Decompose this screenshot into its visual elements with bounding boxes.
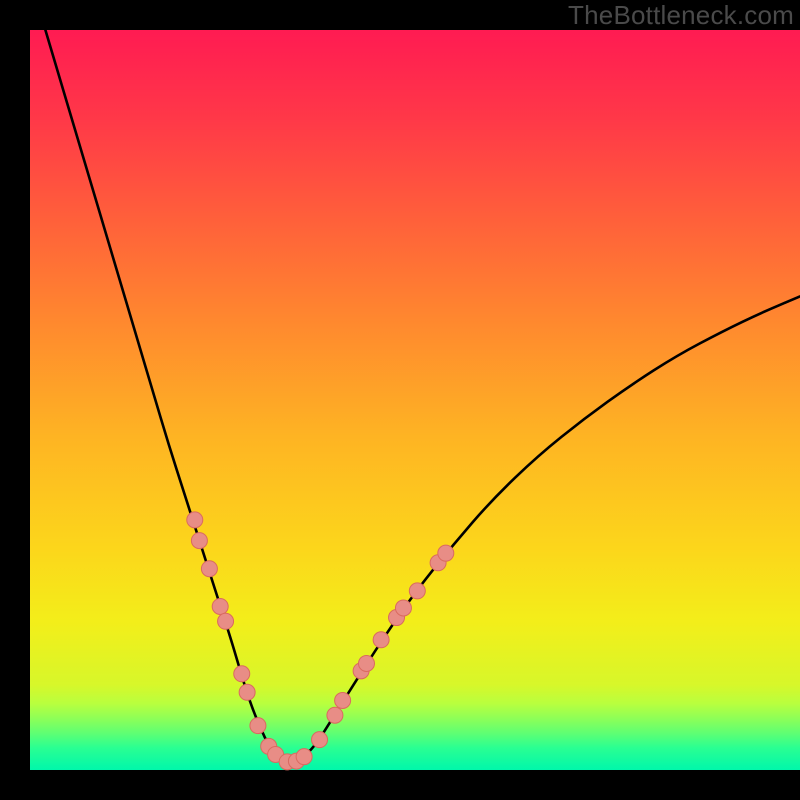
marker-point: [296, 749, 312, 765]
chart-svg: [30, 30, 800, 770]
marker-point: [212, 598, 228, 614]
marker-point: [395, 600, 411, 616]
bottleneck-curve: [45, 30, 800, 762]
marker-point: [234, 666, 250, 682]
marker-point: [218, 613, 234, 629]
marker-point: [438, 545, 454, 561]
marker-point: [312, 732, 328, 748]
marker-point: [409, 583, 425, 599]
marker-point: [327, 707, 343, 723]
marker-point: [201, 561, 217, 577]
marker-point: [250, 718, 266, 734]
marker-point: [187, 512, 203, 528]
chart-frame: TheBottleneck.com: [0, 0, 800, 800]
highlight-markers: [187, 512, 454, 770]
marker-point: [358, 655, 374, 671]
watermark-text: TheBottleneck.com: [568, 0, 794, 31]
marker-point: [239, 684, 255, 700]
marker-point: [373, 632, 389, 648]
marker-point: [335, 692, 351, 708]
marker-point: [191, 533, 207, 549]
